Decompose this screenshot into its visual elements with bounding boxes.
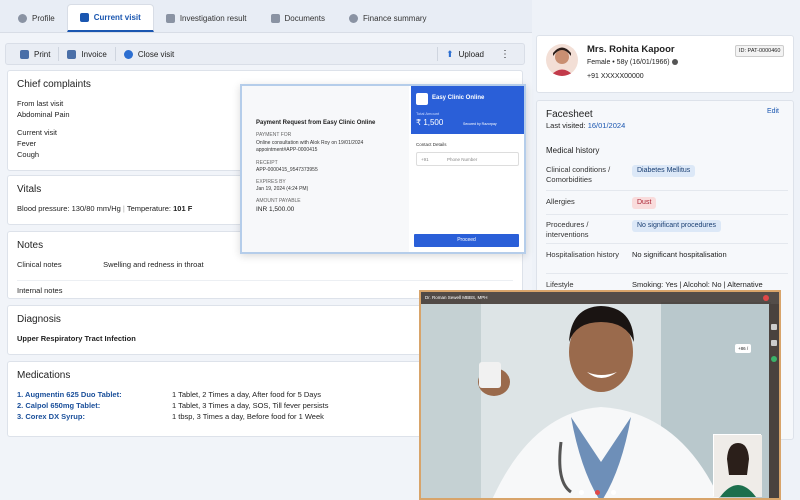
upload-icon: ⬆ [446, 48, 454, 59]
camera-icon[interactable] [611, 490, 616, 495]
video-top-bar: Dr. Roman Sewell MBBS, MPH [421, 292, 779, 304]
tab-bar: Profile Current visit Investigation resu… [0, 0, 532, 33]
finance-icon [348, 13, 358, 23]
clinical-notes-row: Clinical notes Swelling and redness in t… [17, 259, 513, 270]
self-view-thumbnail[interactable] [713, 434, 762, 497]
video-call-window: Dr. Roman Sewell MBBS, MPH +86 / [419, 290, 781, 500]
patient-thumbnail-image [714, 435, 762, 497]
phone-input[interactable]: +91 Phone Number [416, 152, 519, 166]
visit-icon [79, 13, 89, 22]
record-icon[interactable] [763, 295, 769, 301]
medical-history-heading: Medical history [546, 146, 600, 155]
avatar [546, 44, 578, 76]
close-visit-button[interactable]: Close visit [116, 44, 182, 64]
document-icon [165, 13, 175, 23]
more-options-button[interactable]: ⋮ [492, 44, 518, 64]
total-amount: ₹ 1,500 [416, 118, 444, 127]
patient-name: Mrs. Rohita Kapoor [587, 44, 675, 55]
folder-icon [270, 13, 280, 23]
tab-profile[interactable]: Profile [6, 4, 67, 32]
call-controls [571, 490, 631, 496]
upload-button[interactable]: ⬆ Upload [438, 44, 492, 64]
procedure-chip: No significant procedures [632, 220, 721, 232]
tab-finance-summary[interactable]: Finance summary [337, 4, 439, 32]
clinical-notes-label: Clinical notes [17, 260, 62, 269]
phone-placeholder: Phone Number [447, 157, 478, 162]
contact-details-label: Contact Details [416, 142, 447, 147]
patient-id-badge: ID: PAT-0000460 [735, 45, 785, 57]
temperature-label: Temperature: [126, 204, 172, 213]
facesheet-title: Facesheet [546, 109, 593, 120]
proceed-button[interactable]: Proceed [414, 234, 519, 247]
participants-icon[interactable] [771, 340, 777, 346]
facesheet-row-comorbidities: Clinical conditions / Comorbidities Diab… [546, 165, 788, 191]
facesheet-row-procedures: Procedures / interventions No significan… [546, 220, 788, 244]
facesheet-row-allergies: Allergies Dust [546, 197, 788, 215]
caller-name: Dr. Roman Sewell MBBS, MPH [425, 295, 488, 300]
visit-toolbar: Print Invoice Close visit ⬆ Upload ⋮ [5, 43, 525, 65]
expiry-value: Jan 19, 2024 (4:24 PM) [256, 186, 309, 192]
receipt-label: RECEIPT [256, 160, 278, 166]
tab-investigation-result[interactable]: Investigation result [154, 4, 259, 32]
amount-label: AMOUNT PAYABLE [256, 198, 301, 204]
payment-request-popup: Payment Request from Easy Clinic Online … [240, 84, 526, 254]
video-side-controls [769, 304, 779, 498]
status-icon[interactable] [771, 356, 777, 362]
tab-documents[interactable]: Documents [259, 4, 337, 32]
patient-card: Mrs. Rohita Kapoor ID: PAT-0000460 Femal… [536, 35, 794, 93]
end-call-icon[interactable] [595, 490, 600, 495]
country-code[interactable]: +91 [421, 157, 429, 162]
payment-details-panel: Payment Request from Easy Clinic Online … [242, 86, 409, 252]
receipt-value: APP-0000415_9547373955 [256, 167, 318, 173]
invoice-button[interactable]: Invoice [59, 44, 114, 64]
bp-label: Blood pressure: [17, 204, 70, 213]
checkout-panel: Easy Clinic Online Total Amount ₹ 1,500 … [411, 86, 524, 252]
checkout-header: Easy Clinic Online Total Amount ₹ 1,500 … [411, 86, 524, 134]
allergy-chip: Dust [632, 197, 657, 209]
last-visited: Last visited: 16/01/2024 [546, 121, 626, 130]
merchant-name: Easy Clinic Online [432, 95, 485, 101]
patient-phone: +91 XXXXX00000 [587, 73, 644, 80]
condition-chip: Diabetes Mellitus [632, 165, 696, 177]
invoice-icon [67, 49, 77, 59]
patient-details: Female • 58y (16/01/1966) [587, 59, 678, 66]
print-button[interactable]: Print [12, 44, 58, 64]
payment-for-label: PAYMENT FOR [256, 132, 292, 138]
person-icon [18, 13, 27, 23]
temperature-value: 101 F [173, 204, 193, 213]
clinic-logo [416, 93, 428, 105]
expiry-label: EXPIRES BY [256, 179, 286, 185]
more-vertical-icon: ⋮ [500, 48, 510, 60]
info-icon[interactable] [671, 59, 678, 66]
razorpay-secured: Secured by Razorpay [463, 122, 497, 126]
check-circle-icon [123, 49, 133, 59]
facesheet-row-hospitalisation: Hospitalisation history No significant h… [546, 250, 788, 274]
amount-value: INR 1,500.00 [256, 206, 295, 213]
chat-icon[interactable] [771, 324, 777, 330]
mic-icon[interactable] [579, 490, 584, 495]
fullscreen-hint: +86 / [735, 344, 752, 353]
toolbar-right: ⬆ Upload ⋮ [437, 44, 518, 64]
edit-link[interactable]: Edit [767, 108, 779, 115]
printer-icon [20, 49, 29, 59]
total-label: Total Amount [416, 111, 440, 116]
tab-current-visit[interactable]: Current visit [66, 4, 154, 32]
payment-title: Payment Request from Easy Clinic Online [256, 120, 376, 126]
bp-value: 130/80 mm/Hg [71, 204, 121, 213]
clinical-notes-value: Swelling and redness in throat [103, 260, 204, 269]
payment-for-value: Online consultation with Alok Roy on 19/… [256, 140, 364, 153]
